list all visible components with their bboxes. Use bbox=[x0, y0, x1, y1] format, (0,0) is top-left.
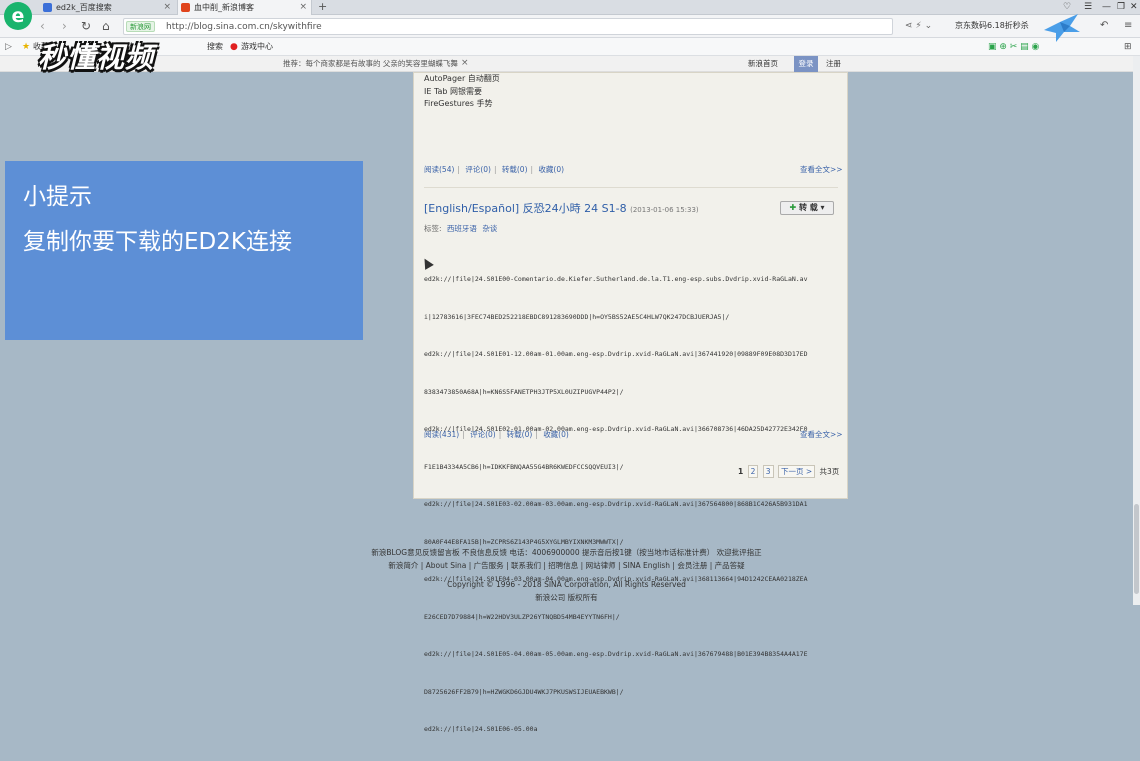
recommend-notice[interactable]: 推荐：每个商家都是有故事的 父亲的笑容里蝴蝶飞舞 bbox=[283, 58, 458, 70]
plugin-list: AutoPager 自动翻页 IE Tab 网银需要 FireGestures … bbox=[424, 73, 500, 111]
tag-link[interactable]: 西班牙语 bbox=[447, 224, 477, 233]
extension-icons[interactable]: ▣ ⊕ ✂ ▤ ◉ bbox=[988, 41, 1039, 53]
register-link[interactable]: 注册 bbox=[826, 58, 841, 70]
pagination: 1 2 3 下一页 > 共3页 bbox=[738, 465, 839, 478]
read-more-link[interactable]: 查看全文>> bbox=[800, 429, 843, 441]
refresh-icon[interactable]: ↻ bbox=[81, 19, 91, 33]
post-title-text[interactable]: [English/Español] 反恐24小時 24 S1-8 bbox=[424, 202, 627, 215]
game-center-icon: ● bbox=[230, 42, 238, 52]
ed2k-line[interactable]: E26CED7D79884|h=W22HDV3ULZP26YTNQBD54MB4… bbox=[424, 611, 842, 624]
url-input[interactable]: 新浪网 http://blog.sina.com.cn/skywithfire bbox=[123, 18, 893, 35]
post1-meta: 阅读(54) | 评论(0) | 转载(0) | 收藏(0) bbox=[424, 165, 565, 174]
tab-sina-blog[interactable]: 血中削_新浪博客 × bbox=[177, 0, 312, 15]
forward-icon[interactable]: › bbox=[62, 19, 67, 33]
page-link[interactable]: 3 bbox=[762, 465, 774, 478]
url-text[interactable]: http://blog.sina.com.cn/skywithfire bbox=[166, 20, 322, 34]
tags-label: 标签: bbox=[424, 224, 442, 233]
jd-promo-link[interactable]: 京东数码6.18折秒杀 bbox=[955, 19, 1029, 33]
tab-title: ed2k_百度搜索 bbox=[56, 3, 112, 12]
ed2k-link-list[interactable]: ed2k://|file|24.S01E00-Comentario.de.Kie… bbox=[424, 248, 842, 761]
sina-top-bar: 推荐：每个商家都是有故事的 父亲的笑容里蝴蝶飞舞 × 新浪首页 登录 注册 bbox=[0, 56, 1140, 72]
footer-copyright: Copyright © 1996 - 2018 SINA Corporation… bbox=[447, 580, 686, 589]
tab-close-icon[interactable]: × bbox=[299, 0, 307, 15]
back-icon[interactable]: ‹ bbox=[40, 19, 45, 33]
favorite-link[interactable]: 收藏(0) bbox=[538, 165, 564, 174]
repost-button[interactable]: ✚ 转 载 ▾ bbox=[780, 201, 834, 215]
tab-baidu-search[interactable]: ed2k_百度搜索 × bbox=[40, 0, 175, 15]
page-footer: 新浪BLOG意见反馈留言板 不良信息反馈 电话：4006900000 提示音后按… bbox=[0, 546, 1133, 604]
post-date: (2013-01-06 15:33) bbox=[630, 206, 699, 214]
tip-panel: 小提示 复制你要下载的ED2K连接 bbox=[5, 161, 363, 340]
dropdown-arrow-icon: ▾ bbox=[820, 203, 825, 212]
more-menu-icon[interactable]: ≡ bbox=[1124, 19, 1132, 33]
ed2k-line[interactable]: ed2k://|file|24.S01E03-02.00am-03.00am.e… bbox=[424, 498, 842, 511]
ed2k-line[interactable]: ed2k://|file|24.S01E01-12.00am-01.00am.e… bbox=[424, 348, 842, 361]
page-total: 共3页 bbox=[819, 467, 840, 476]
star-icon: ★ bbox=[22, 42, 31, 52]
ed2k-line[interactable]: ed2k://|file|24.S01E05-04.00am-05.00am.e… bbox=[424, 648, 842, 661]
comment-link[interactable]: 评论(0) bbox=[470, 430, 496, 439]
new-tab-button[interactable]: + bbox=[318, 0, 327, 14]
ed2k-line[interactable]: 8383473850A68A|h=KN6S5FANETPH3JTP5XL0UZI… bbox=[424, 386, 842, 399]
bookmark-search[interactable]: 搜索 bbox=[207, 41, 223, 53]
plugin-item: FireGestures 手势 bbox=[424, 99, 493, 108]
tab-title: 血中削_新浪博客 bbox=[194, 3, 254, 12]
undo-icon[interactable]: ↶ bbox=[1100, 19, 1108, 33]
read-count-link[interactable]: 阅读(431) bbox=[424, 430, 459, 439]
close-window-icon[interactable]: ✕ bbox=[1130, 0, 1138, 14]
minimize-icon[interactable]: — bbox=[1102, 0, 1111, 14]
restore-icon[interactable]: ❐ bbox=[1117, 0, 1125, 14]
footer-company: 新浪公司 版权所有 bbox=[535, 593, 598, 602]
tag-link[interactable]: 杂谈 bbox=[482, 224, 497, 233]
post-tags: 标签: 西班牙语 杂谈 bbox=[424, 223, 497, 235]
page-link[interactable]: 2 bbox=[747, 465, 759, 478]
notice-close-icon[interactable]: × bbox=[461, 57, 469, 69]
apps-grid-icon[interactable]: ⊞ bbox=[1124, 41, 1132, 53]
ed2k-line[interactable]: D8725626FF2B79|h=HZWGKD6GJDU4WKJ7PKUSWSI… bbox=[424, 686, 842, 699]
post2-meta: 阅读(431) | 评论(0) | 转载(0) | 收藏(0) bbox=[424, 430, 569, 439]
menu-icon[interactable]: ☰ bbox=[1084, 0, 1092, 14]
plugin-item: IE Tab 网银需要 bbox=[424, 86, 483, 96]
read-more-link[interactable]: 查看全文>> bbox=[800, 164, 843, 176]
sina-blog-icon bbox=[181, 3, 190, 12]
page-scrollbar[interactable] bbox=[1133, 56, 1140, 605]
sidebar-toggle-icon[interactable]: ▷ bbox=[5, 41, 12, 53]
tip-heading: 小提示 bbox=[23, 184, 92, 210]
post-title[interactable]: [English/Español] 反恐24小時 24 S1-8 (2013-0… bbox=[424, 202, 699, 217]
bird-mascot-icon bbox=[1044, 14, 1080, 42]
baidu-paw-icon bbox=[43, 3, 52, 12]
tip-text: 复制你要下载的ED2K连接 bbox=[23, 229, 292, 255]
read-count-link[interactable]: 阅读(54) bbox=[424, 165, 454, 174]
plus-icon: ✚ bbox=[789, 203, 797, 212]
ed2k-line[interactable]: i|12783616|3FEC74BED252218EBDC891283690D… bbox=[424, 311, 842, 324]
share-lightning-icons[interactable]: ⋖ ⚡ ⌄ bbox=[905, 19, 932, 33]
bookmarks-bar: ▷ ★ 收藏 云数 搜索 ● 游戏中心 ▣ ⊕ ✂ ▤ ◉ ⊞ bbox=[0, 38, 1140, 56]
footer-links[interactable]: 新浪简介 | About Sina | 广告服务 | 联系我们 | 招聘信息 |… bbox=[0, 559, 1133, 572]
ed2k-line[interactable]: ed2k://|file|24.S01E00-Comentario.de.Kie… bbox=[424, 273, 842, 286]
sina-home-link[interactable]: 新浪首页 bbox=[748, 58, 778, 70]
plugin-item: AutoPager 自动翻页 bbox=[424, 74, 500, 83]
page-current: 1 bbox=[738, 467, 744, 476]
post-divider bbox=[424, 187, 838, 188]
ed2k-line[interactable]: ed2k://|file|24.S01E06-05.00a bbox=[424, 723, 842, 736]
address-bar: ‹ › ↻ ⌂ 新浪网 http://blog.sina.com.cn/skyw… bbox=[0, 15, 1140, 38]
repost-link[interactable]: 转载(0) bbox=[502, 165, 528, 174]
blog-content: AutoPager 自动翻页 IE Tab 网银需要 FireGestures … bbox=[413, 72, 848, 733]
footer-feedback[interactable]: 新浪BLOG意见反馈留言板 不良信息反馈 电话：4006900000 提示音后按… bbox=[0, 546, 1133, 559]
browser-logo-icon: e bbox=[4, 2, 32, 30]
comment-link[interactable]: 评论(0) bbox=[465, 165, 491, 174]
repost-button-label: 转 载 bbox=[798, 203, 818, 212]
login-button[interactable]: 登录 bbox=[794, 56, 818, 72]
tab-bar: ed2k_百度搜索 × 血中削_新浪博客 × + ♡ ☰ — ❐ ✕ bbox=[0, 0, 1140, 15]
scrollbar-thumb[interactable] bbox=[1134, 504, 1139, 594]
tab-close-icon[interactable]: × bbox=[163, 0, 171, 15]
home-icon[interactable]: ⌂ bbox=[102, 19, 110, 33]
favorite-link[interactable]: 收藏(0) bbox=[543, 430, 569, 439]
video-watermark: 秒懂视频 bbox=[38, 41, 155, 74]
bookmark-game-center[interactable]: 游戏中心 bbox=[241, 41, 273, 53]
repost-link[interactable]: 转载(0) bbox=[507, 430, 533, 439]
next-page-button[interactable]: 下一页 > bbox=[777, 465, 816, 478]
site-badge: 新浪网 bbox=[126, 21, 155, 32]
